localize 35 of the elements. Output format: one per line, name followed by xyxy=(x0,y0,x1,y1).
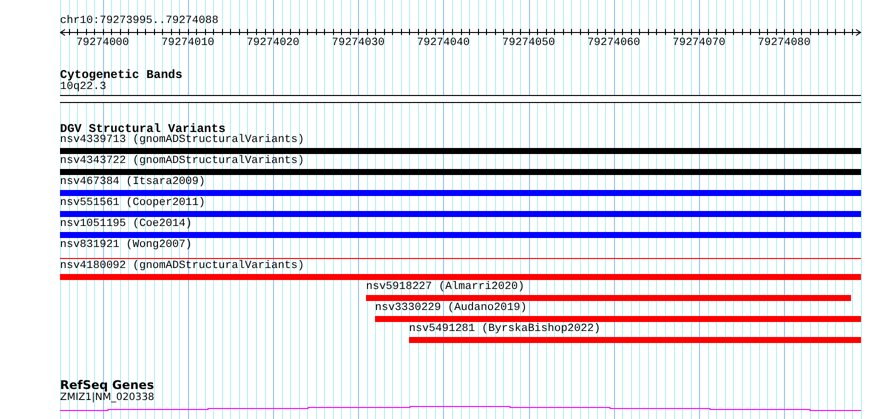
variant-bar[interactable] xyxy=(60,169,861,175)
variant-label: nsv467384 (Itsara2009) xyxy=(60,177,206,188)
ruler-label: 79274010 xyxy=(161,38,214,49)
gene-line[interactable] xyxy=(60,404,861,412)
variant-label: nsv551561 (Cooper2011) xyxy=(60,198,206,209)
variant-bar[interactable] xyxy=(409,337,861,343)
ruler-label: 79274000 xyxy=(76,38,129,49)
variant-bar[interactable] xyxy=(60,274,861,280)
variant-label: nsv3330229 (Audano2019) xyxy=(375,303,527,314)
track-title: RefSeq Genes xyxy=(60,379,154,391)
variant-bar[interactable] xyxy=(60,190,861,196)
track-title: DGV Structural Variants xyxy=(60,123,226,135)
ruler-label: 79274070 xyxy=(672,38,726,49)
variant-label: nsv4180092 (gnomADStructuralVariants) xyxy=(60,261,304,272)
variant-label: nsv1051195 (Coe2014) xyxy=(60,219,192,230)
variant-label: nsv831921 (Wong2007) xyxy=(60,240,192,251)
band-label: 10q22.3 xyxy=(60,82,106,93)
ruler-label: 79274050 xyxy=(502,38,555,49)
variant-label: nsv4339713 (gnomADStructuralVariants) xyxy=(60,135,304,146)
gene-label: ZMIZ1|NM_020338 xyxy=(60,392,154,403)
variant-bar[interactable] xyxy=(60,211,861,217)
ruler-label: 79274060 xyxy=(587,38,640,49)
ruler-label: 79274040 xyxy=(416,38,470,49)
variant-label: nsv5491281 (ByrskaBishop2022) xyxy=(409,324,600,335)
variant-label: nsv5918227 (Almarri2020) xyxy=(366,282,524,293)
track-title: Cytogenetic Bands xyxy=(60,69,182,81)
variant-bar[interactable] xyxy=(375,316,861,322)
ruler-label: 79274080 xyxy=(758,38,810,49)
variant-bar[interactable] xyxy=(366,295,851,301)
ruler-label: 79274030 xyxy=(332,38,385,49)
variant-label: nsv4343722 (gnomADStructuralVariants) xyxy=(60,156,304,167)
variant-bar[interactable] xyxy=(60,148,861,154)
variant-bar[interactable] xyxy=(60,232,861,238)
location-label: chr10:79273995..79274088 xyxy=(60,16,218,27)
ruler-label: 79274020 xyxy=(246,38,300,49)
